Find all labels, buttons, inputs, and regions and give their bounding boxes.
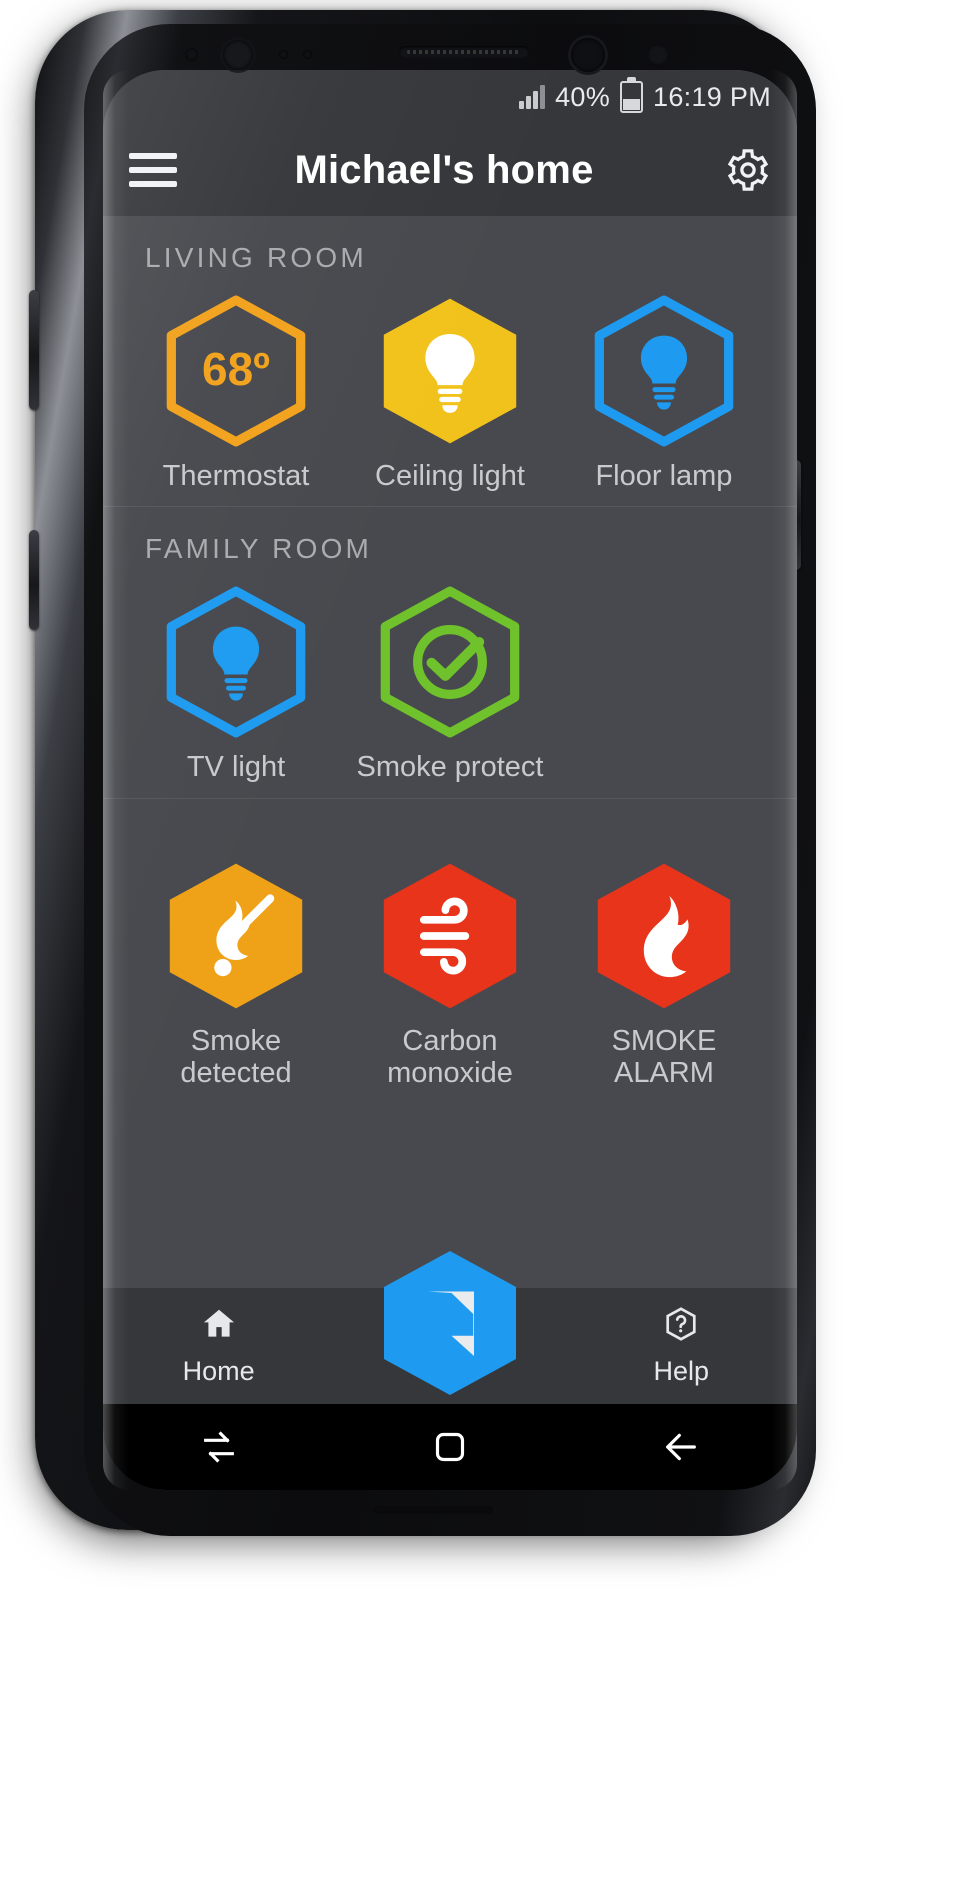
section-alarms: Smoke detected Carbon monoxide SMOKE ALA… (103, 797, 797, 1104)
device-list: LIVING ROOM 68º Thermostat Ceiling light… (103, 216, 797, 1288)
device-tile-smoke-detected[interactable]: Smoke detected (129, 859, 343, 1090)
battery-icon (620, 77, 644, 113)
thermostat-temperature: 68º (202, 343, 270, 395)
back-arrow-icon[interactable] (661, 1427, 701, 1467)
device-label: SMOKE ALARM (611, 1024, 717, 1090)
iris-scanner-icon (223, 40, 253, 70)
home-square-icon[interactable] (430, 1427, 470, 1467)
secondary-sensor-icon (647, 44, 669, 66)
device-label: Floor lamp (595, 460, 733, 492)
device-label: TV light (186, 751, 286, 784)
nav-label-home: Home (182, 1356, 255, 1386)
app-logo-hexagon-icon[interactable] (374, 1248, 526, 1398)
light-sensor-icon (303, 50, 312, 59)
thermostat-icon: 68º (159, 294, 313, 447)
app-header: Michael's home (103, 124, 797, 216)
match-flame-icon (159, 859, 313, 1009)
earpiece-speaker-icon (399, 46, 529, 58)
status-bar: 40% 16:19 PM (103, 70, 797, 124)
bixby-button[interactable] (29, 530, 39, 630)
front-sensor-cluster (103, 22, 797, 74)
recents-icon[interactable] (199, 1427, 239, 1467)
home-icon (200, 1305, 238, 1350)
signal-bars-icon (519, 85, 546, 109)
section-title-family-room: FAMILY ROOM (145, 533, 373, 565)
fire-icon (587, 859, 741, 1009)
section-family-room: FAMILY ROOM TV light Smoke protect (103, 506, 797, 797)
device-tile-empty (557, 585, 771, 783)
section-living-room: LIVING ROOM 68º Thermostat Ceiling light… (103, 216, 797, 506)
lightbulb-icon (373, 294, 527, 444)
device-tile-smoke-alarm[interactable]: SMOKE ALARM (557, 859, 771, 1090)
phone-device-frame: 40% 16:19 PM Michael's home LIVING ROOM … (29, 10, 816, 1536)
question-circle-icon (662, 1305, 700, 1350)
battery-percent-label: 40% (555, 81, 611, 112)
device-label: Ceiling light (375, 460, 525, 492)
device-row: TV light Smoke protect (103, 571, 797, 793)
device-tile-smoke-protect[interactable]: Smoke protect (343, 585, 557, 783)
device-row: 68º Thermostat Ceiling light Floor lamp (103, 280, 797, 502)
screenshot-root: 40% 16:19 PM Michael's home LIVING ROOM … (0, 0, 980, 1902)
lightbulb-icon (159, 585, 313, 738)
bottom-speaker-icon (373, 1506, 493, 1514)
phone-screen: 40% 16:19 PM Michael's home LIVING ROOM … (103, 70, 797, 1490)
page-title: Michael's home (294, 147, 594, 192)
bottom-navigation-bar: Home Help (103, 1251, 797, 1404)
device-row: Smoke detected Carbon monoxide SMOKE ALA… (103, 825, 797, 1100)
led-indicator-icon (185, 48, 198, 61)
device-label: Thermostat (162, 460, 310, 492)
smart-home-app: 40% 16:19 PM Michael's home LIVING ROOM … (103, 70, 797, 1490)
check-circle-icon (373, 585, 527, 738)
device-tile-tv-light[interactable]: TV light (129, 585, 343, 783)
lightbulb-icon (587, 294, 741, 447)
android-navigation-bar (103, 1404, 797, 1490)
clock-label: 16:19 PM (653, 81, 771, 112)
volume-up-button[interactable] (29, 290, 39, 410)
nav-item-help[interactable]: Help (566, 1305, 797, 1387)
front-camera-icon (571, 38, 605, 72)
device-label: Smoke protect (356, 751, 544, 784)
device-tile-thermostat[interactable]: 68º Thermostat (129, 294, 343, 492)
gear-icon[interactable] (725, 147, 771, 193)
device-tile-floor-lamp[interactable]: Floor lamp (557, 294, 771, 492)
device-tile-ceiling-light[interactable]: Ceiling light (343, 294, 557, 492)
device-tile-carbon-monoxide[interactable]: Carbon monoxide (343, 859, 557, 1090)
wind-icon (373, 859, 527, 1009)
proximity-sensor-icon (279, 50, 288, 59)
section-title-living-room: LIVING ROOM (145, 242, 367, 273)
nav-item-home[interactable]: Home (103, 1305, 334, 1387)
nav-label-help: Help (653, 1356, 710, 1386)
device-label: Carbon monoxide (387, 1024, 513, 1090)
device-label: Smoke detected (180, 1024, 292, 1090)
